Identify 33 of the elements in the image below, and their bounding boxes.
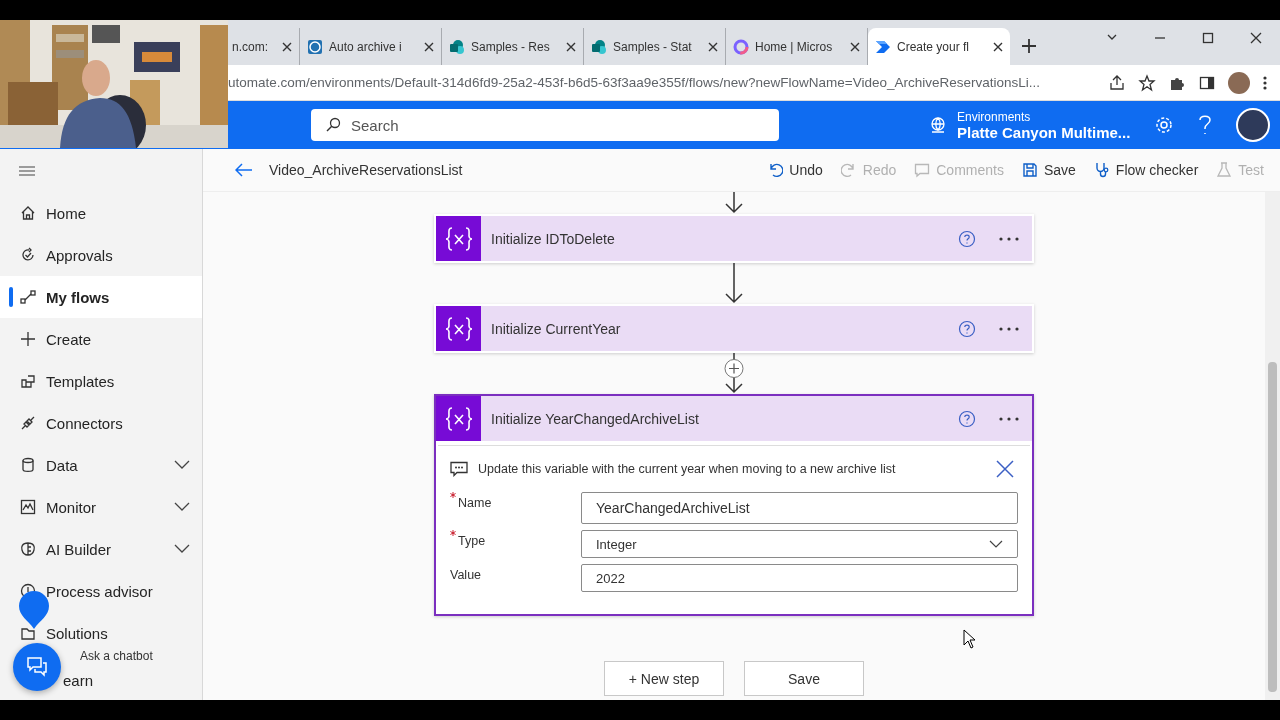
action-card[interactable]: Initialize IDToDelete	[434, 214, 1034, 263]
new-step-button[interactable]: + New step	[604, 661, 724, 696]
toolbar-button[interactable]: Undo	[767, 162, 823, 178]
environment-name[interactable]: Platte Canyon Multime...	[957, 123, 1131, 141]
search-placeholder: Search	[351, 116, 399, 134]
nav-item[interactable]: Data	[0, 444, 202, 486]
action-card[interactable]: Initialize CurrentYear	[434, 304, 1034, 353]
text-field[interactable]: YearChangedArchiveList	[581, 492, 1018, 524]
search-field[interactable]: Search	[311, 109, 779, 141]
nav-item[interactable]: Approvals	[0, 234, 202, 276]
toolbar-button[interactable]: Flow checker	[1093, 162, 1199, 178]
nav-item[interactable]: Home	[0, 192, 202, 234]
text-field[interactable]: 2022	[581, 564, 1018, 592]
nav-item[interactable]: Create	[0, 318, 202, 360]
nav-item[interactable]: AI Builder	[0, 528, 202, 570]
flow-title: Video_ArchiveReservationsList	[269, 162, 463, 178]
browser-tab[interactable]: Create your fl	[868, 28, 1010, 65]
nav-item[interactable]: My flows	[0, 276, 202, 318]
field-label: Name	[458, 495, 493, 510]
nav-item[interactable]: Templates	[0, 360, 202, 402]
nav-item[interactable]: Connectors	[0, 402, 202, 444]
action-card[interactable]: Initialize YearChangedArchiveList Update this variable with the current year when moving to a new archive list Name YearChangedArchiveList Type Integer Value 2022	[434, 394, 1034, 616]
field-label: Value	[450, 567, 483, 582]
nav-item[interactable]: Monitor	[0, 486, 202, 528]
nav-item[interactable]: earn	[63, 664, 98, 696]
comment-text: Update this variable with the current year when moving to a new archive list	[478, 462, 897, 476]
chatbot-label: Ask a chatbot	[80, 650, 153, 663]
environment-label: Environments	[957, 109, 1032, 124]
type-dropdown[interactable]: Integer	[581, 530, 1018, 558]
url-text[interactable]: utomate.com/environments/Default-314d6fd9-25a2-453f-b6d5-63f3aa9e355f/flows/new?newFlowName=Video_ArchiveReservationsLi...	[228, 75, 1108, 90]
field-label: Type	[458, 533, 487, 548]
save-button[interactable]: Save	[744, 661, 864, 696]
toolbar-button[interactable]: Save	[1021, 162, 1076, 178]
